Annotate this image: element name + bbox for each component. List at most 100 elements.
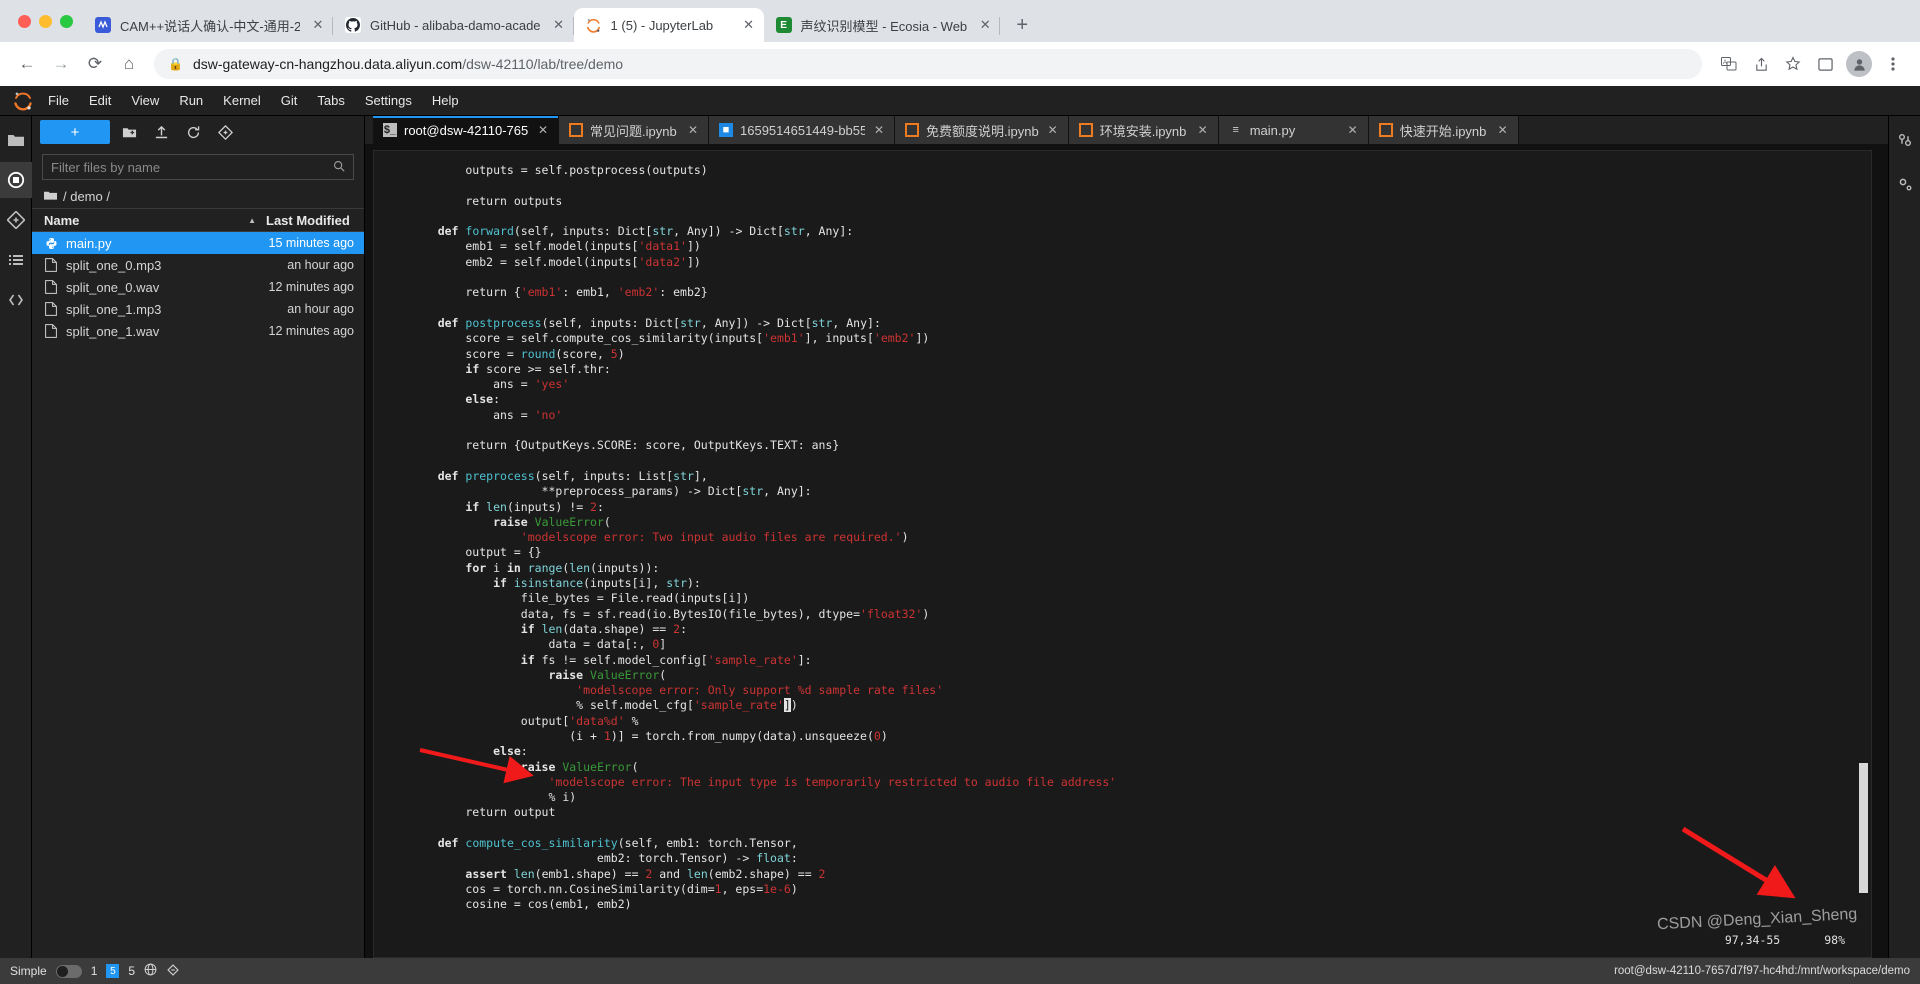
browser-tab-jupyterlab[interactable]: 1 (5) - JupyterLab ✕ — [573, 8, 764, 42]
menu-edit[interactable]: Edit — [79, 86, 121, 116]
upload-icon[interactable] — [148, 120, 174, 144]
menu-tabs[interactable]: Tabs — [307, 86, 354, 116]
editor-status: 97,34-55 98% — [1725, 933, 1845, 947]
menu-view[interactable]: View — [121, 86, 169, 116]
code-line: if len(inputs) != 2: — [465, 499, 604, 514]
new-folder-icon[interactable] — [116, 120, 142, 144]
property-inspector-icon[interactable] — [1889, 122, 1920, 158]
notebook-icon — [1078, 123, 1093, 137]
github-favicon — [345, 17, 361, 33]
list-item[interactable]: main.py 15 minutes ago — [32, 232, 364, 254]
globe-icon[interactable] — [144, 963, 157, 979]
code-line: assert len(emb1.shape) == 2 and len(emb2… — [465, 866, 826, 881]
settings-gear-icon[interactable] — [1889, 166, 1920, 202]
close-icon[interactable]: ✕ — [536, 123, 550, 137]
close-icon[interactable]: ✕ — [550, 16, 568, 34]
dock-tab-kuaisukaishi[interactable]: 快速开始.ipynb ✕ — [1368, 116, 1519, 144]
jupyter-body: + Filter files by name / demo / Name ▲ L… — [0, 116, 1920, 958]
menu-settings[interactable]: Settings — [355, 86, 422, 116]
menu-file[interactable]: File — [38, 86, 79, 116]
share-icon[interactable] — [1746, 49, 1776, 79]
simple-mode-toggle[interactable] — [55, 964, 82, 978]
terminals-count[interactable]: 1 — [91, 964, 98, 978]
search-input[interactable] — [51, 159, 333, 175]
running-terminals-icon[interactable] — [0, 162, 32, 198]
code-line: outputs = self.postprocess(outputs) — [410, 163, 708, 177]
back-icon[interactable]: ← — [12, 49, 42, 79]
code-line: 'modelscope error: Two input audio files… — [520, 530, 909, 545]
dock-tab-mianfeiedu[interactable]: 免费额度说明.ipynb ✕ — [895, 116, 1069, 144]
maximize-window-button[interactable] — [60, 14, 73, 28]
main-dock-area: $_ root@dsw-42110-7657d7 ✕ 常见问题.ipynb ✕ … — [365, 116, 1888, 958]
ecosia-favicon: E — [775, 17, 792, 33]
column-header-last-modified[interactable]: Last Modified — [266, 213, 364, 228]
table-of-contents-icon[interactable] — [0, 242, 32, 278]
list-item[interactable]: split_one_1.wav 12 minutes ago — [32, 320, 364, 342]
refresh-icon[interactable] — [180, 120, 206, 144]
close-icon[interactable]: ✕ — [1496, 123, 1510, 137]
minimize-window-button[interactable] — [39, 14, 52, 28]
right-activity-bar — [1888, 116, 1920, 958]
kernels-badge[interactable]: 5 — [106, 964, 120, 978]
folder-icon[interactable] — [0, 122, 32, 158]
dock-tab-changjianwenti[interactable]: 常见问题.ipynb ✕ — [559, 116, 709, 144]
list-item[interactable]: split_one_1.mp3 an hour ago — [32, 298, 364, 320]
list-item[interactable]: split_one_0.mp3 an hour ago — [32, 254, 364, 276]
close-window-button[interactable] — [18, 14, 31, 28]
close-icon[interactable]: ✕ — [976, 16, 994, 34]
menu-git[interactable]: Git — [271, 86, 308, 116]
dock-tab-huanjinganzhuang[interactable]: 环境安装.ipynb ✕ — [1068, 116, 1219, 144]
new-tab-button[interactable]: + — [1008, 11, 1036, 39]
dock-tab-terminal[interactable]: $_ root@dsw-42110-7657d7 ✕ — [373, 116, 559, 144]
browser-tab-title: 1 (5) - JupyterLab — [610, 17, 714, 33]
column-header-name[interactable]: Name — [44, 213, 248, 228]
menu-kernel[interactable]: Kernel — [213, 86, 271, 116]
close-icon[interactable]: ✕ — [872, 123, 886, 137]
close-icon[interactable]: ✕ — [1046, 123, 1060, 137]
translate-icon[interactable]: A — [1714, 49, 1744, 79]
code-line: return {OutputKeys.SCORE: score, OutputK… — [410, 438, 840, 453]
list-item[interactable]: split_one_0.wav 12 minutes ago — [32, 276, 364, 298]
close-icon[interactable]: ✕ — [686, 123, 700, 137]
sidepanel-icon[interactable] — [1810, 49, 1840, 79]
forward-icon[interactable]: → — [46, 49, 76, 79]
extensions-icon[interactable] — [0, 282, 32, 318]
dock-tab-mainpy[interactable]: ≡ main.py ✕ — [1218, 116, 1369, 144]
browser-tab-ecosia[interactable]: E 声纹识别模型 - Ecosia - Web ✕ — [764, 8, 1001, 42]
close-icon[interactable]: ✕ — [309, 16, 327, 34]
sort-ascending-icon[interactable]: ▲ — [248, 216, 256, 225]
scrollbar-thumb[interactable] — [1859, 762, 1868, 893]
close-icon[interactable]: ✕ — [1346, 123, 1360, 137]
browser-menu-icon[interactable] — [1878, 49, 1908, 79]
git-icon[interactable] — [0, 202, 32, 238]
browser-tab-cam[interactable]: CAM++说话人确认-中文-通用-2 ✕ — [83, 8, 333, 42]
reload-icon[interactable]: ⟳ — [80, 49, 110, 79]
code-line: (i + 1)] = torch.from_numpy(data).unsque… — [410, 728, 888, 743]
home-icon[interactable]: ⌂ — [114, 49, 144, 79]
code-content[interactable]: outputs = self.postprocess(outputs) retu… — [374, 151, 1871, 913]
code-line: raise ValueError( — [520, 759, 639, 774]
close-icon[interactable]: ✕ — [1196, 123, 1210, 137]
code-line: data = data[:, 0] — [410, 637, 667, 652]
bookmark-star-icon[interactable] — [1778, 49, 1808, 79]
menu-run[interactable]: Run — [169, 86, 213, 116]
new-launcher-button[interactable]: + — [40, 120, 110, 144]
menu-help[interactable]: Help — [422, 86, 469, 116]
new-git-icon[interactable] — [212, 120, 238, 144]
kernels-count[interactable]: 5 — [128, 964, 135, 978]
profile-avatar-icon[interactable] — [1846, 51, 1872, 77]
dock-tab-image[interactable]: ■ 1659514651449-bb5546 ✕ — [709, 116, 895, 144]
terminal-editor[interactable]: outputs = self.postprocess(outputs) retu… — [373, 150, 1872, 958]
close-icon[interactable]: ✕ — [740, 16, 758, 34]
code-line: **preprocess_params) -> Dict[str, Any]: — [410, 484, 812, 499]
git-branch-icon[interactable] — [166, 963, 180, 980]
browser-tab-github[interactable]: GitHub - alibaba-damo-acade ✕ — [333, 8, 574, 42]
file-filter-box[interactable] — [42, 154, 354, 180]
address-bar[interactable]: 🔒 dsw-gateway-cn-hangzhou.data.aliyun.co… — [154, 49, 1702, 79]
breadcrumb[interactable]: / demo / — [32, 184, 364, 208]
vertical-scrollbar[interactable] — [1858, 153, 1869, 955]
code-line: output['data%d' % — [410, 713, 639, 728]
